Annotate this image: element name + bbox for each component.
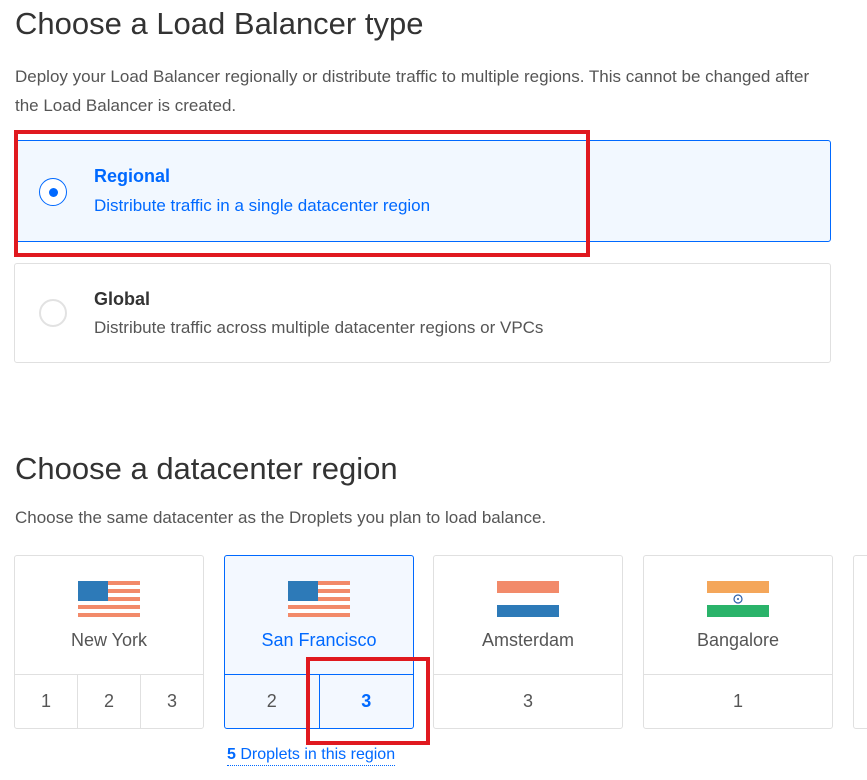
option-title: Global [94,289,151,309]
nl-flag-icon [497,581,559,617]
datacenter-number-option[interactable]: 2 [78,674,141,728]
datacenter-card-new-york: New York 1 2 3 [14,555,204,729]
datacenter-card-san-francisco: San Francisco 2 3 [224,555,414,729]
datacenter-number-option[interactable]: 2 [225,674,320,728]
option-subtitle: Distribute traffic across multiple datac… [94,318,544,337]
region-heading: Choose a datacenter region [15,451,398,486]
datacenter-number-option-selected[interactable]: 3 [320,674,414,728]
datacenter-card-amsterdam: Amsterdam 3 [433,555,623,729]
datacenter-name: San Francisco [261,630,377,650]
lb-type-heading: Choose a Load Balancer type [15,6,424,41]
datacenter-number-option[interactable]: 1 [644,674,832,728]
radio-unselected-icon[interactable] [39,299,67,327]
datacenter-name: Bangalore [696,630,780,650]
us-flag-icon [78,581,140,617]
region-description: Choose the same datacenter as the Drople… [15,508,547,527]
datacenter-number-option[interactable]: 3 [141,674,203,728]
in-flag-icon [707,581,769,617]
radio-selected-icon[interactable] [39,178,67,206]
datacenter-number-option[interactable]: 3 [434,674,622,728]
datacenter-name: New York [70,630,148,650]
option-subtitle: Distribute traffic in a single datacente… [94,196,431,215]
datacenter-select-bangalore[interactable]: Bangalore [644,556,832,675]
lb-type-option-regional[interactable]: Regional Distribute traffic in a single … [14,140,831,242]
droplets-count: 5 [227,746,236,763]
droplets-in-region-link[interactable]: 5 Droplets in this region [227,745,396,766]
droplets-text: Droplets in this region [235,746,396,763]
datacenter-name: Amsterdam [481,630,575,650]
option-title: Regional [94,166,171,186]
datacenter-select-amsterdam[interactable]: Amsterdam [434,556,622,675]
lb-type-description: Deploy your Load Balancer regionally or … [15,67,810,115]
datacenter-card-bangalore: Bangalore 1 [643,555,833,729]
us-flag-icon [288,581,350,617]
datacenter-select-new-york[interactable]: New York [15,556,203,675]
datacenter-card-partial[interactable] [853,555,867,729]
datacenter-select-san-francisco[interactable]: San Francisco [225,556,413,675]
lb-type-option-global[interactable]: Global Distribute traffic across multipl… [14,263,831,363]
datacenter-number-option[interactable]: 1 [15,674,78,728]
